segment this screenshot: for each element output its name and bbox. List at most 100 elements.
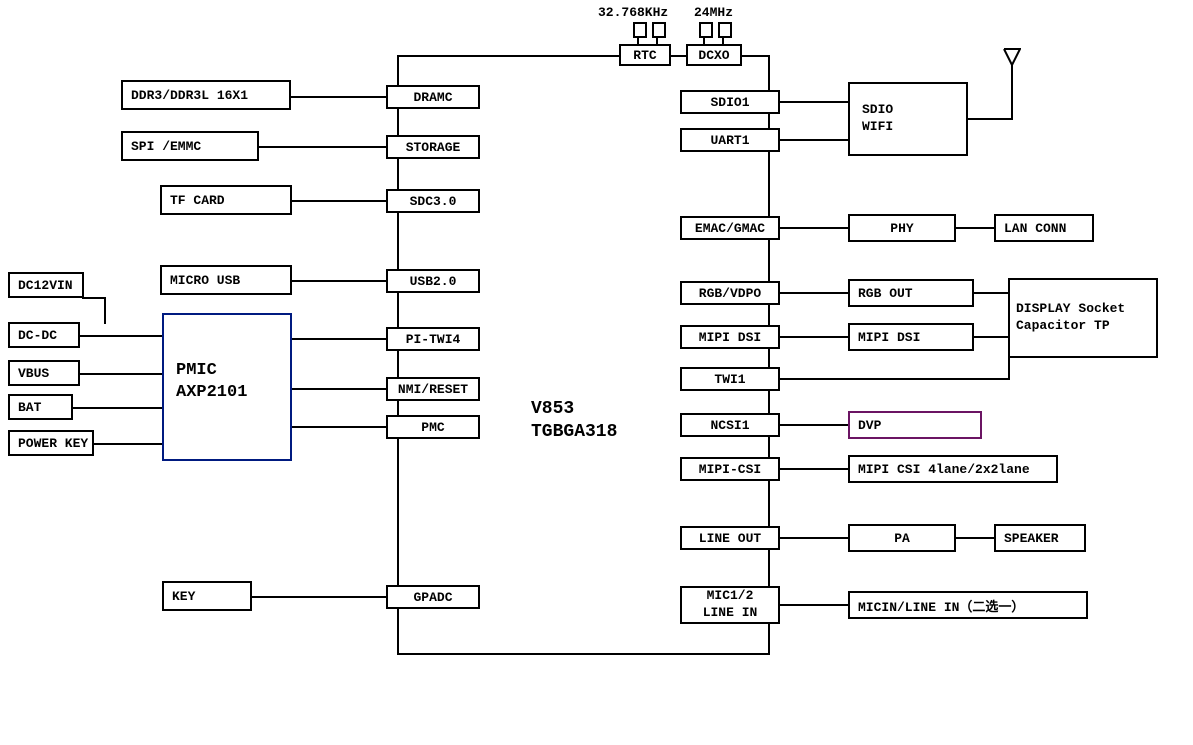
pin-mipicsi-label: MIPI-CSI: [699, 462, 761, 477]
wire-dc12-dcdc-v: [104, 297, 106, 324]
ext-display-l2: Capacitor TP: [1016, 318, 1110, 335]
soc-package: TGBGA318: [531, 422, 617, 442]
ext-display: DISPLAY Socket Capacitor TP: [1008, 278, 1158, 358]
wire-mipidsi-disp: [974, 336, 1010, 338]
ext-lan-label: LAN CONN: [1004, 221, 1066, 236]
wire-sdio1-wifi: [770, 101, 850, 103]
wire-mipicsi-ext: [770, 468, 850, 470]
ext-pkey: POWER KEY: [8, 430, 94, 456]
pin-dramc-label: DRAMC: [413, 90, 452, 105]
pin-lineout: LINE OUT: [680, 526, 780, 550]
pmic-l1: PMIC: [176, 361, 217, 380]
pin-nmi-label: NMI/RESET: [398, 382, 468, 397]
wire-spi-storage: [258, 146, 400, 148]
pin-uart1-label: UART1: [710, 133, 749, 148]
ext-rgbout-label: RGB OUT: [858, 286, 913, 301]
wire-dcdc-pmic: [80, 335, 166, 337]
wire-vbus-pmic: [80, 373, 166, 375]
ext-dvp: DVP: [848, 411, 982, 439]
ext-bat: BAT: [8, 394, 73, 420]
pin-sdc: SDC3.0: [386, 189, 480, 213]
ext-mipicsi-label: MIPI CSI 4lane/2x2lane: [858, 462, 1030, 477]
ext-vbus: VBUS: [8, 360, 80, 386]
ext-key: KEY: [162, 581, 252, 611]
label-24mhz: 24MHz: [694, 5, 733, 20]
wire-key-gpadc: [252, 596, 400, 598]
ext-wifi: SDIO WIFI: [848, 82, 968, 156]
wire-ddr-dramc: [290, 96, 400, 98]
ext-musb: MICRO USB: [160, 265, 292, 295]
ext-speaker: SPEAKER: [994, 524, 1086, 552]
pin-pmc-label: PMC: [421, 420, 444, 435]
pin-pmc: PMC: [386, 415, 480, 439]
soc-label: V853 TGBGA318: [531, 398, 617, 445]
ext-pkey-label: POWER KEY: [18, 436, 88, 451]
ext-dc12: DC12VIN: [8, 272, 84, 298]
ext-bat-label: BAT: [18, 400, 41, 415]
pin-rgb-label: RGB/VDPO: [699, 286, 761, 301]
pin-sdc-label: SDC3.0: [410, 194, 457, 209]
ext-spi-emmc-label: SPI /EMMC: [131, 139, 201, 154]
wire-rgb-rgbout: [770, 292, 850, 294]
ext-dcdc-label: DC-DC: [18, 328, 57, 343]
wire-twi1-disp-v: [1008, 358, 1010, 380]
ext-wifi-l1: SDIO: [862, 102, 893, 119]
ext-mipicsi: MIPI CSI 4lane/2x2lane: [848, 455, 1058, 483]
pin-twi1: TWI1: [680, 367, 780, 391]
ext-tf: TF CARD: [160, 185, 292, 215]
ext-phy-label: PHY: [890, 221, 913, 236]
wire-mipidsi-ext: [770, 336, 850, 338]
ext-lan: LAN CONN: [994, 214, 1094, 242]
ext-ddr: DDR3/DDR3L 16X1: [121, 80, 291, 110]
pin-twi1-label: TWI1: [714, 372, 745, 387]
crystal-rtc-2: [652, 22, 666, 38]
pin-dcxo: DCXO: [686, 44, 742, 66]
pin-ncsi1: NCSI1: [680, 413, 780, 437]
wire-pmic-pitwi4: [292, 338, 400, 340]
pin-dcxo-label: DCXO: [698, 48, 729, 63]
ext-micin-label: MICIN/LINE IN（二选一）: [858, 596, 1024, 615]
pin-ncsi1-label: NCSI1: [710, 418, 749, 433]
pmic-label: PMIC AXP2101: [176, 360, 247, 404]
pin-uart1: UART1: [680, 128, 780, 152]
pin-mipidsi: MIPI DSI: [680, 325, 780, 349]
wire-ncsi1-dvp: [770, 424, 850, 426]
ext-dvp-label: DVP: [858, 418, 881, 433]
pin-pitwi4: PI-TWI4: [386, 327, 480, 351]
pin-usb20-label: USB2.0: [410, 274, 457, 289]
wire-pmic-pmc: [292, 426, 400, 428]
ext-pa-label: PA: [894, 531, 910, 546]
crystal-dcxo-1: [699, 22, 713, 38]
pin-rgb: RGB/VDPO: [680, 281, 780, 305]
pin-sdio1: SDIO1: [680, 90, 780, 114]
wire-uart1-wifi: [770, 139, 850, 141]
wire-emac-phy: [770, 227, 850, 229]
ext-dc12-label: DC12VIN: [18, 278, 73, 293]
ext-pa: PA: [848, 524, 956, 552]
pin-storage-label: STORAGE: [406, 140, 461, 155]
label-32khz: 32.768KHz: [598, 5, 668, 20]
wire-pmic-nmi: [292, 388, 400, 390]
pin-nmi: NMI/RESET: [386, 377, 480, 401]
pin-mipidsi-label: MIPI DSI: [699, 330, 761, 345]
pmic-l2: AXP2101: [176, 383, 247, 402]
antenna-icon: [1003, 48, 1021, 66]
wire-antenna-h: [968, 118, 1012, 120]
wire-musb-usb20: [292, 280, 400, 282]
wire-rgbout-disp: [974, 292, 1010, 294]
wire-pa-spk: [956, 537, 996, 539]
wire-phy-lan: [956, 227, 996, 229]
soc-name: V853: [531, 399, 574, 419]
ext-mipidsi-label: MIPI DSI: [858, 330, 920, 345]
wire-mic-micin: [770, 604, 850, 606]
ext-vbus-label: VBUS: [18, 366, 49, 381]
crystal-rtc-1: [633, 22, 647, 38]
ext-rgbout: RGB OUT: [848, 279, 974, 307]
pin-mipicsi: MIPI-CSI: [680, 457, 780, 481]
crystal-dcxo-2: [718, 22, 732, 38]
pin-mic-l1: MIC1/2: [707, 588, 754, 605]
pin-mic-l2: LINE IN: [703, 605, 758, 622]
diagram-canvas: V853 TGBGA318 32.768KHz 24MHz RTC DCXO D…: [0, 0, 1193, 745]
ext-speaker-label: SPEAKER: [1004, 531, 1059, 546]
wire-tf-sdc: [292, 200, 400, 202]
